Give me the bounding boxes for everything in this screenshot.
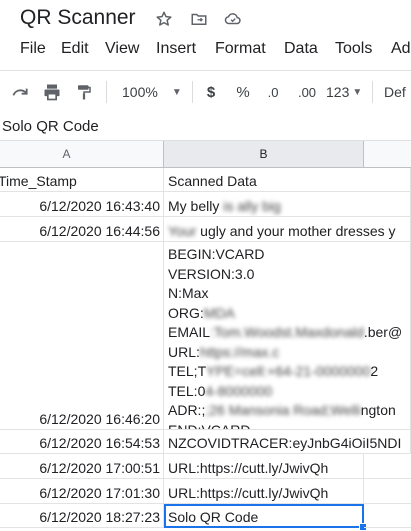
redo-icon[interactable] bbox=[6, 71, 34, 113]
increase-decimal-label: .00 bbox=[297, 84, 317, 100]
chevron-down-icon: ▼ bbox=[171, 86, 182, 98]
formula-input[interactable]: Solo QR Code bbox=[2, 118, 99, 135]
timestamp-cell[interactable]: 6/12/2020 18:27:23 bbox=[0, 504, 164, 528]
timestamp-text: 6/12/2020 16:44:56 bbox=[39, 223, 160, 239]
timestamp-cell[interactable]: 6/12/2020 16:46:20 bbox=[0, 242, 164, 430]
header-time-stamp: Time_Stamp bbox=[0, 173, 77, 189]
header-scanned-data: Scanned Data bbox=[168, 173, 257, 189]
empty-cell[interactable] bbox=[364, 454, 411, 479]
formula-bar[interactable]: Solo QR Code bbox=[0, 113, 411, 141]
scanned-data-text: NZCOVIDTRACER:eyJnbG4iOiI5NDI bbox=[168, 435, 402, 451]
timestamp-text: 6/12/2020 16:54:53 bbox=[39, 435, 160, 451]
decrease-decimal-label: .0 bbox=[267, 84, 279, 100]
more-formats-label: 123 bbox=[326, 84, 350, 100]
menu-data[interactable]: Data bbox=[284, 40, 318, 58]
scanned-data-cell[interactable]: NZCOVIDTRACER:eyJnbG4iOiI5NDI bbox=[164, 430, 411, 454]
decrease-decimal-button[interactable]: .0 bbox=[262, 71, 284, 113]
timestamp-cell[interactable]: 6/12/2020 16:43:40 bbox=[0, 192, 164, 217]
percent-format-button[interactable]: % bbox=[232, 71, 254, 113]
column-header-c[interactable] bbox=[364, 141, 411, 168]
timestamp-text: 6/12/2020 17:00:51 bbox=[39, 460, 160, 476]
scanned-data-cell[interactable]: URL:https://cutt.ly/JwivQh bbox=[164, 479, 364, 504]
toolbar: 100% ▼ $ % .0 .00 123 ▼ Def bbox=[0, 70, 411, 114]
toolbar-divider bbox=[192, 81, 193, 103]
menu-insert[interactable]: Insert bbox=[156, 40, 196, 58]
font-family-select[interactable]: Def bbox=[384, 71, 411, 113]
empty-cell[interactable] bbox=[364, 479, 411, 504]
toolbar-divider bbox=[106, 81, 107, 103]
scanned-data-text: URL:https://cutt.ly/JwivQh bbox=[168, 460, 329, 476]
timestamp-text: 6/12/2020 16:46:20 bbox=[39, 411, 160, 427]
scanned-data-text: Solo QR Code bbox=[168, 509, 259, 525]
menu-edit[interactable]: Edit bbox=[61, 40, 89, 58]
scanned-data-cell[interactable]: URL:https://cutt.ly/JwivQh bbox=[164, 454, 364, 479]
timestamp-text: 6/12/2020 16:43:40 bbox=[39, 198, 160, 214]
increase-decimal-button[interactable]: .00 bbox=[294, 71, 320, 113]
scanned-data-cell[interactable]: BEGIN:VCARD VERSION:3.0 N:Max ORG:MDA EM… bbox=[164, 242, 411, 430]
menu-file[interactable]: File bbox=[20, 40, 46, 58]
column-header-a[interactable]: A bbox=[0, 141, 164, 168]
column-header-b[interactable]: B bbox=[164, 141, 364, 168]
menu-addons[interactable]: Ad bbox=[391, 40, 411, 58]
menu-tools[interactable]: Tools bbox=[335, 40, 372, 58]
menu-view[interactable]: View bbox=[105, 40, 139, 58]
print-icon[interactable] bbox=[38, 71, 66, 113]
spreadsheet-grid: A B Time_Stamp Scanned Data 6/12/2020 16… bbox=[0, 141, 411, 531]
document-title[interactable]: QR Scanner bbox=[20, 6, 136, 30]
timestamp-text: 6/12/2020 18:27:23 bbox=[39, 509, 160, 525]
scanned-data-text: URL:https://cutt.ly/JwivQh bbox=[168, 485, 329, 501]
currency-format-button[interactable]: $ bbox=[200, 71, 222, 113]
scanned-data-cell[interactable]: Your ugly and your mother dresses y bbox=[164, 217, 411, 242]
star-icon[interactable] bbox=[154, 9, 174, 29]
scanned-data-cell[interactable]: My belly is ally big bbox=[164, 192, 411, 217]
empty-cell[interactable] bbox=[364, 504, 411, 528]
zoom-select[interactable]: 100% ▼ bbox=[116, 71, 188, 113]
move-to-folder-icon[interactable] bbox=[189, 9, 209, 29]
vcard-text: BEGIN:VCARD VERSION:3.0 N:Max ORG:MDA EM… bbox=[168, 246, 403, 430]
more-formats-button[interactable]: 123 ▼ bbox=[326, 71, 366, 113]
timestamp-cell[interactable]: 6/12/2020 16:54:53 bbox=[0, 430, 164, 454]
timestamp-cell[interactable]: 6/12/2020 17:00:51 bbox=[0, 454, 164, 479]
timestamp-text: 6/12/2020 17:01:30 bbox=[39, 485, 160, 501]
paint-format-icon[interactable] bbox=[70, 71, 98, 113]
toolbar-divider bbox=[372, 81, 373, 103]
scanned-data-text: Your ugly and your mother dresses y bbox=[168, 223, 396, 239]
chevron-down-icon: ▼ bbox=[352, 86, 363, 98]
cloud-saved-icon[interactable] bbox=[223, 9, 243, 29]
zoom-value: 100% bbox=[122, 84, 158, 100]
cell-a1[interactable]: Time_Stamp bbox=[0, 168, 164, 192]
cell-b1[interactable]: Scanned Data bbox=[164, 168, 411, 192]
selected-cell[interactable]: Solo QR Code bbox=[164, 504, 364, 528]
menu-format[interactable]: Format bbox=[215, 40, 266, 58]
scanned-data-text: My belly is ally big bbox=[168, 198, 281, 214]
timestamp-cell[interactable]: 6/12/2020 16:44:56 bbox=[0, 217, 164, 242]
timestamp-cell[interactable]: 6/12/2020 17:01:30 bbox=[0, 479, 164, 504]
